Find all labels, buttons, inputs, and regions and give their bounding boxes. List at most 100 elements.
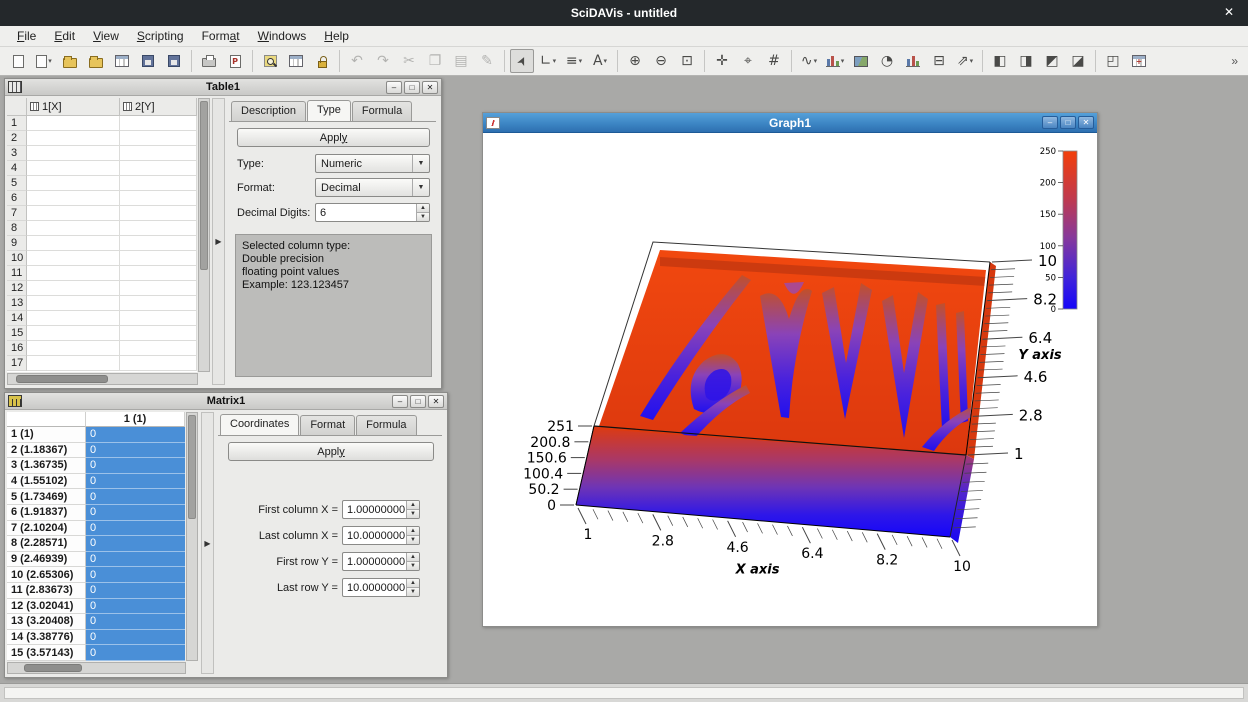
matrix-cell[interactable]: 0 [86,630,185,646]
table-cell[interactable] [120,341,197,356]
table1-vertical-scrollbar[interactable] [198,98,210,372]
table-cell[interactable] [120,236,197,251]
matrix1-column-header[interactable]: 1 (1) [86,412,185,427]
matrix1-first-column-x-spinbox[interactable]: 1.00000000▲▼ [342,500,420,519]
table-cell[interactable] [27,251,120,266]
matrix1-tab-format[interactable]: Format [300,415,355,435]
table-cell[interactable] [120,326,197,341]
preferences-table-icon[interactable] [284,49,308,73]
matrix-cell[interactable]: 0 [86,521,185,537]
minimize-button[interactable]: – [386,81,402,94]
matrix1-panel-handle[interactable]: ▶ [201,412,214,674]
graph1-titlebar[interactable]: Graph1 –□✕ [483,113,1097,133]
matrix-cell[interactable]: 0 [86,614,185,630]
matrix1-apply-button[interactable]: Apply [228,442,434,461]
menu-scripting[interactable]: Scripting [128,27,193,45]
rescale-to-show-all-icon[interactable]: ⊡ [675,49,699,73]
table-cell[interactable] [27,131,120,146]
matrix-cell[interactable]: 0 [86,489,185,505]
table-cell[interactable] [120,176,197,191]
table1-tab-type[interactable]: Type [307,100,351,121]
undo-icon[interactable]: ↶ [345,49,369,73]
spin-arrows[interactable]: ▲▼ [406,527,419,544]
edit-icon[interactable]: ✎ [475,49,499,73]
lock-toolbars-icon[interactable] [310,49,334,73]
plot-pie-icon[interactable]: ◔ [875,49,899,73]
matrix-cell[interactable]: 0 [86,443,185,459]
app-close-button[interactable]: ✕ [1224,5,1234,19]
maximize-button[interactable]: □ [1060,116,1076,129]
matrix-cell[interactable]: 0 [86,427,185,443]
table-cell[interactable] [120,251,197,266]
table-cell[interactable] [27,161,120,176]
table-cell[interactable] [27,236,120,251]
maximize-button[interactable]: □ [404,81,420,94]
print-icon[interactable] [197,49,221,73]
matrix1-vertical-scrollbar[interactable] [186,412,198,661]
table-cell[interactable] [27,191,120,206]
matrix-cell[interactable]: 0 [86,458,185,474]
matrix1-tab-coordinates[interactable]: Coordinates [220,414,299,435]
plot-image-icon[interactable] [849,49,873,73]
table-cell[interactable] [27,311,120,326]
add-text-icon[interactable]: A▾ [588,49,612,73]
plot-vectors-icon[interactable]: ⇗▾ [953,49,977,73]
open-template-icon[interactable] [84,49,108,73]
table-cell[interactable] [27,296,120,311]
matrix1-last-column-x-spinbox[interactable]: 10.0000000▲▼ [342,526,420,545]
new-project-icon[interactable] [6,49,30,73]
minimize-button[interactable]: – [1042,116,1058,129]
table1-titlebar[interactable]: Table1 –□✕ [5,79,441,96]
graph1-canvas[interactable]: 050.2100.4150.6200.825112.84.66.48.210X … [484,133,1096,625]
table1-horizontal-scrollbar[interactable] [7,373,198,385]
table-cell[interactable] [27,116,120,131]
draw-line-icon[interactable]: ≡▾ [562,49,586,73]
zoom-out-icon[interactable]: ⊖ [649,49,673,73]
copy-icon[interactable]: ❐ [423,49,447,73]
menu-windows[interactable]: Windows [249,27,316,45]
new-aspect-icon[interactable]: ▾ [32,49,56,73]
spin-arrows[interactable]: ▲▼ [406,553,419,570]
table1-tab-description[interactable]: Description [231,101,306,121]
matrix-cell[interactable]: 0 [86,536,185,552]
table-cell[interactable] [120,191,197,206]
table1-grid[interactable]: 1[X]2[Y]1234567891011121314151617 [7,98,197,372]
matrix1-grid[interactable]: 1 (1)1 (1)02 (1.18367)03 (1.36735)04 (1.… [7,412,185,661]
format-combobox[interactable]: Decimal▼ [315,178,430,197]
table-cell[interactable] [120,161,197,176]
menu-format[interactable]: Format [193,27,249,45]
plot3d-surface-icon[interactable]: ◧ [988,49,1012,73]
matrix-cell[interactable]: 0 [86,599,185,615]
save-template-icon[interactable] [162,49,186,73]
toolbar-overflow-button[interactable]: » [1231,54,1242,68]
table-cell[interactable] [27,221,120,236]
matrix1-tab-formula[interactable]: Formula [356,415,416,435]
close-button[interactable]: ✕ [1078,116,1094,129]
select-data-range-icon[interactable]: # [762,49,786,73]
table-cell[interactable] [27,146,120,161]
table-cell[interactable] [27,326,120,341]
plot-line-symbol-icon[interactable]: ∿▾ [797,49,821,73]
type-combobox[interactable]: Numeric▼ [315,154,430,173]
table1-column-header[interactable]: 1[X] [27,98,120,116]
table-cell[interactable] [120,311,197,326]
table1-apply-button[interactable]: Apply [237,128,430,147]
matrix1-horizontal-scrollbar[interactable] [7,662,186,674]
minimize-button[interactable]: – [392,395,408,408]
table-cell[interactable] [120,131,197,146]
menu-help[interactable]: Help [315,27,358,45]
table-cell[interactable] [120,266,197,281]
table-cell[interactable] [120,281,197,296]
plot-box-icon[interactable]: ⊟ [927,49,951,73]
table-cell[interactable] [27,176,120,191]
table1-tab-formula[interactable]: Formula [352,101,412,121]
save-project-icon[interactable] [136,49,160,73]
screen-reader-icon[interactable]: ✛ [710,49,734,73]
decimal-digits-spinbox[interactable]: 6 ▲▼ [315,203,430,222]
table1-panel-handle[interactable]: ▶ [212,98,225,385]
plot3d-wireframe-icon[interactable]: ◨ [1014,49,1038,73]
plot-3d-bars-icon[interactable] [901,49,925,73]
matrix1-first-row-y-spinbox[interactable]: 1.00000000▲▼ [342,552,420,571]
redo-icon[interactable]: ↷ [371,49,395,73]
table-cell[interactable] [27,281,120,296]
